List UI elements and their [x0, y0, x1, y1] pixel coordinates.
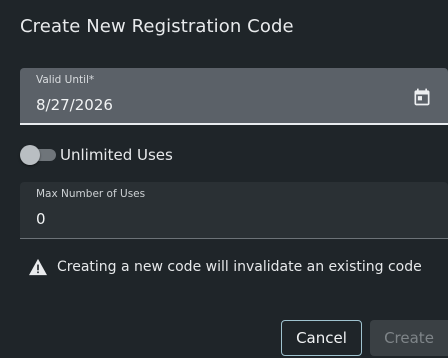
valid-until-label: Valid Until* [36, 74, 95, 86]
max-uses-value[interactable]: 0 [36, 210, 46, 228]
create-button[interactable]: Create [370, 320, 448, 356]
cancel-button[interactable]: Cancel [281, 320, 362, 356]
warning-icon [29, 258, 47, 276]
unlimited-uses-toggle[interactable] [20, 145, 56, 165]
warning-text: Creating a new code will invalidate an e… [57, 259, 422, 275]
toggle-thumb [20, 145, 40, 165]
valid-until-value[interactable]: 8/27/2026 [36, 96, 113, 114]
create-registration-code-dialog: Create New Registration Code Valid Until… [0, 0, 448, 358]
max-uses-field[interactable]: Max Number of Uses 0 [20, 182, 448, 239]
dialog-title: Create New Registration Code [20, 16, 294, 37]
max-uses-label: Max Number of Uses [36, 188, 146, 200]
valid-until-field[interactable]: Valid Until* 8/27/2026 [20, 68, 448, 125]
calendar-icon[interactable] [412, 87, 432, 107]
unlimited-uses-label: Unlimited Uses [60, 146, 173, 164]
warning-message: Creating a new code will invalidate an e… [28, 257, 422, 277]
